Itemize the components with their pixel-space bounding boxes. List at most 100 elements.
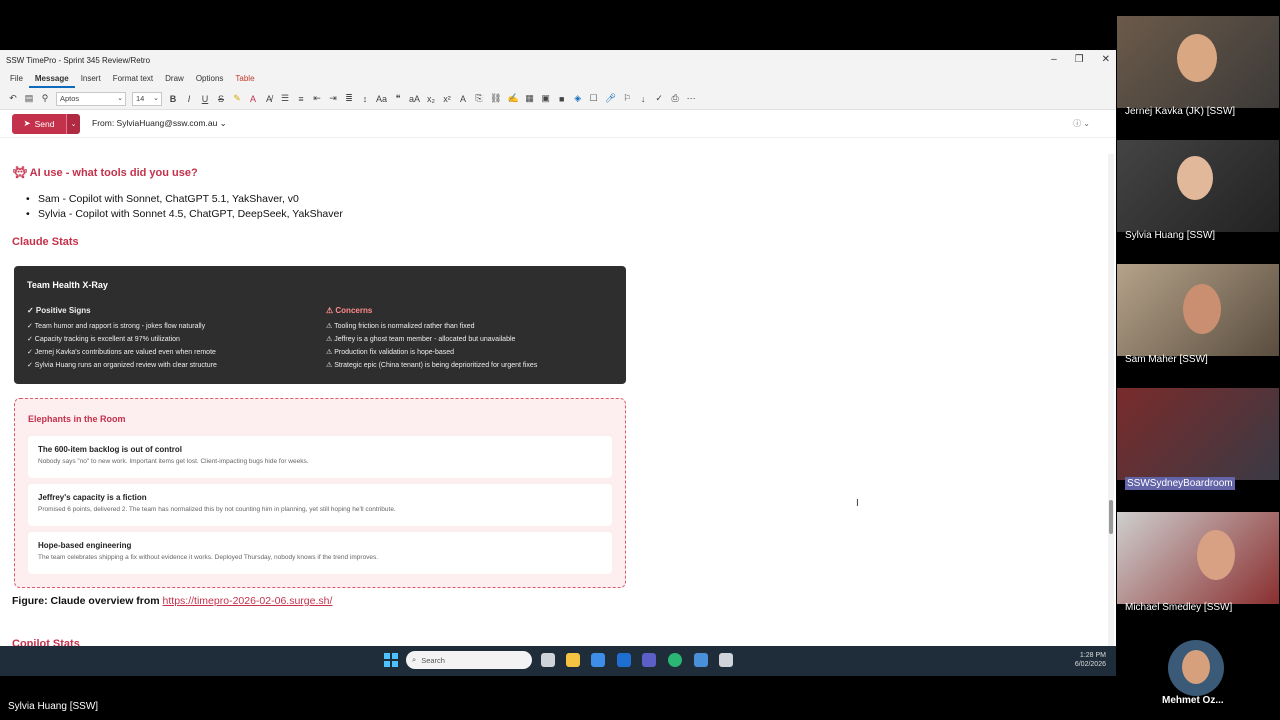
picture-icon[interactable]: ▣: [541, 93, 551, 104]
styles-icon[interactable]: Aa: [376, 94, 387, 104]
decrease-indent-icon[interactable]: ⇤: [312, 93, 322, 104]
help-icon[interactable]: ⓘ ⌄: [1073, 118, 1090, 129]
superscript-icon[interactable]: x²: [442, 94, 452, 104]
edge-icon[interactable]: [668, 653, 682, 667]
editor-icon[interactable]: ✓: [654, 93, 664, 104]
menu-insert[interactable]: Insert: [75, 70, 107, 88]
send-options-button[interactable]: ⌄: [66, 113, 80, 134]
clear-format-icon[interactable]: A̸: [264, 94, 274, 104]
from-label: From: SylviaHuang@ssw.com.au: [92, 118, 218, 128]
message-body[interactable]: 👾︎ AI use - what tools did you use? Sam …: [0, 154, 1106, 646]
outlook-icon[interactable]: [617, 653, 631, 667]
xray-title: Team Health X-Ray: [27, 280, 108, 290]
elephant-item-title: Jeffrey's capacity is a fiction: [38, 493, 147, 502]
undo-icon[interactable]: ↶: [8, 93, 18, 104]
elephant-item-desc: Nobody says "no" to new work. Important …: [38, 458, 309, 465]
snipping-tool-icon[interactable]: [694, 653, 708, 667]
font-family-select[interactable]: Aptos ⌄: [56, 91, 126, 106]
vertical-scrollbar[interactable]: [1108, 154, 1114, 646]
elephant-item-desc: The team celebrates shipping a fix witho…: [38, 554, 379, 561]
scrollbar-thumb[interactable]: [1109, 500, 1113, 534]
figure-link[interactable]: https://timepro-2026-02-06.surge.sh/: [163, 595, 333, 607]
more-icon[interactable]: ⋯: [686, 93, 696, 104]
subscript-icon[interactable]: x₂: [426, 94, 436, 104]
send-icon: ➤: [23, 118, 31, 128]
print-icon[interactable]: ⎙: [670, 93, 680, 104]
send-button[interactable]: ➤ Send: [12, 113, 66, 134]
sensitivity-icon[interactable]: ⚐: [622, 93, 632, 104]
arrow-down-icon[interactable]: ↓: [638, 94, 648, 104]
taskbar-search[interactable]: ⌕ Search: [406, 651, 532, 669]
elephant-item-title: Hope-based engineering: [38, 541, 132, 550]
loop-icon[interactable]: ◈: [573, 93, 583, 104]
video-tile-boardroom[interactable]: [1117, 388, 1279, 480]
team-health-xray-card: Team Health X-Ray ✓ Positive Signs ✓ Tea…: [14, 266, 626, 384]
windows-taskbar: ⌕ Search 1:28 PM 6/02/2026: [0, 646, 1116, 676]
positive-item: ✓ Sylvia Huang runs an organized review …: [27, 362, 217, 369]
positive-item: ✓ Team humor and rapport is strong - jok…: [27, 323, 206, 330]
positive-item: ✓ Jernej Kavka's contributions are value…: [27, 349, 216, 356]
chevron-down-icon: ⌄: [117, 94, 123, 102]
menu-options[interactable]: Options: [190, 70, 230, 88]
menu-file[interactable]: File: [4, 70, 29, 88]
attach-icon[interactable]: ⎘: [474, 93, 484, 104]
highlight-icon[interactable]: ✎: [232, 93, 242, 104]
store-icon[interactable]: [591, 653, 605, 667]
strikethrough-icon[interactable]: S: [216, 94, 226, 104]
numbering-icon[interactable]: ≡: [296, 94, 306, 104]
app-icon[interactable]: [719, 653, 733, 667]
case-icon[interactable]: aA: [409, 94, 420, 104]
concern-item: ⚠ Tooling friction is normalized rather …: [326, 323, 475, 330]
send-row: ➤ Send ⌄ From: SylviaHuang@ssw.com.au ⌄ ⓘ…: [0, 110, 1116, 138]
clipboard-icon[interactable]: ▤: [24, 93, 34, 104]
menu-format-text[interactable]: Format text: [107, 70, 159, 88]
chevron-down-icon: ⌄: [153, 94, 159, 102]
menu-draw[interactable]: Draw: [159, 70, 190, 88]
elephant-item-desc: Promised 6 points, delivered 2. The team…: [38, 506, 396, 513]
comment-icon[interactable]: ☐: [589, 93, 599, 104]
bullets-icon[interactable]: ☰: [280, 93, 290, 104]
elephants-card: Elephants in the Room The 600-item backl…: [14, 398, 626, 588]
concerns-column: ⚠ Concerns ⚠ Tooling friction is normali…: [326, 304, 537, 372]
windows-start-icon[interactable]: [384, 653, 398, 667]
signature-icon[interactable]: ✍: [507, 93, 518, 104]
ai-tools-list: Sam - Copilot with Sonnet, ChatGPT 5.1, …: [26, 192, 343, 222]
figure-label: Figure: Claude overview from: [12, 595, 163, 607]
video-tile-sam[interactable]: [1117, 264, 1279, 356]
video-tile-michael[interactable]: [1117, 512, 1279, 604]
elephant-item: Hope-based engineering The team celebrat…: [28, 532, 612, 574]
format-painter-icon[interactable]: ⚲: [40, 93, 50, 104]
participant-avatar[interactable]: [1168, 640, 1224, 696]
line-spacing-icon[interactable]: ↕: [360, 94, 370, 104]
video-tile-jernej[interactable]: [1117, 16, 1279, 108]
menu-table[interactable]: Table: [229, 70, 260, 88]
font-size-select[interactable]: 14 ⌄: [132, 91, 162, 106]
menu-message[interactable]: Message: [28, 70, 75, 88]
participant-face: [1177, 156, 1213, 200]
align-icon[interactable]: ≣: [344, 93, 354, 104]
minimize-icon[interactable]: –: [1051, 54, 1057, 65]
italic-icon[interactable]: I: [184, 94, 194, 104]
code-icon[interactable]: ■: [557, 94, 567, 104]
link-icon[interactable]: ⛓: [490, 93, 501, 104]
increase-indent-icon[interactable]: ⇥: [328, 93, 338, 104]
taskbar-clock[interactable]: 1:28 PM 6/02/2026: [1075, 651, 1106, 669]
styles-pane-icon[interactable]: A: [458, 94, 468, 104]
title-bar: SSW TimePro - Sprint 345 Review/Retro – …: [0, 50, 1116, 70]
font-color-icon[interactable]: A: [248, 94, 258, 104]
restore-icon[interactable]: ❐: [1075, 54, 1084, 65]
dictate-icon[interactable]: 🎤︎: [605, 93, 616, 104]
file-explorer-icon[interactable]: [566, 653, 580, 667]
video-tile-sylvia[interactable]: [1117, 140, 1279, 232]
teams-icon[interactable]: [642, 653, 656, 667]
ribbon-toolbar: ↶ ▤ ⚲ Aptos ⌄ 14 ⌄ B I U S ✎ A A̸ ☰ ≡ ⇤ ⇥ …: [0, 88, 1116, 110]
ai-use-heading-text: AI use - what tools did you use?: [29, 167, 198, 179]
table-icon[interactable]: ▦: [525, 93, 535, 104]
close-icon[interactable]: ✕: [1102, 54, 1110, 65]
bold-icon[interactable]: B: [168, 94, 178, 104]
task-view-icon[interactable]: [541, 653, 555, 667]
from-selector[interactable]: From: SylviaHuang@ssw.com.au ⌄: [92, 118, 227, 129]
underline-icon[interactable]: U: [200, 94, 210, 104]
quote-icon[interactable]: ❝: [393, 93, 403, 104]
font-size-value: 14: [136, 93, 145, 103]
